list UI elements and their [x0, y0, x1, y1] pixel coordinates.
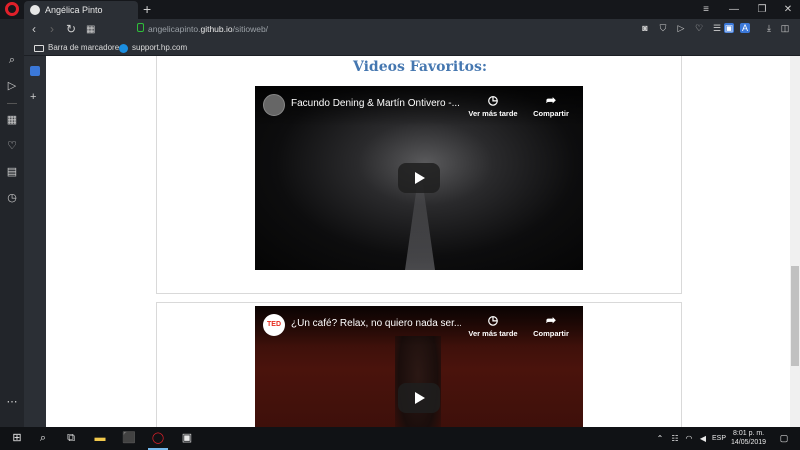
watch-later-button[interactable]: ◷ Ver más tarde — [463, 93, 523, 119]
channel-avatar[interactable] — [263, 94, 285, 116]
bookmark-hp-support[interactable]: support.hp.com — [119, 42, 187, 54]
video-frame-speaker — [395, 336, 441, 427]
adblock-shield-icon[interactable]: ⛉ — [658, 23, 668, 33]
address-bar[interactable]: angelicapinto.github.io/sitioweb/ — [148, 22, 268, 37]
watch-later-label: Ver más tarde — [468, 109, 518, 118]
windows-taskbar: ⊞ ⌕ ⧉ ▬ ⬛ ◯ ▣ ⌃ ☷ ◠ ◀ ESP 8:01 p. m. 14/… — [0, 427, 800, 450]
bookmark-folder-label: Barra de marcadore... — [48, 43, 126, 52]
opera-sidebar: ⌕ ▷ ▦ ♡ ▤ ◷ ⋯ — [0, 19, 24, 427]
watch-later-label: Ver más tarde — [468, 329, 518, 338]
github-favicon-icon — [30, 5, 40, 15]
news-icon[interactable]: ▤ — [5, 165, 19, 179]
download-icon[interactable]: ⤓ — [764, 23, 774, 33]
screenshot-icon[interactable]: ◫ — [780, 23, 790, 33]
watch-later-button[interactable]: ◷ Ver más tarde — [463, 313, 523, 339]
history-clock-icon[interactable]: ◷ — [5, 191, 19, 205]
settings-sliders-icon[interactable]: ☰ — [712, 23, 722, 33]
bookmark-hp-label: support.hp.com — [132, 43, 188, 52]
close-button[interactable]: ✕ — [776, 0, 800, 19]
section-title: Videos Favoritos: — [353, 59, 487, 75]
video-title[interactable]: ¿Un café? Relax, no quiero nada ser... — [291, 318, 461, 329]
video-card: TED ¿Un café? Relax, no quiero nada ser.… — [156, 302, 682, 427]
video-title[interactable]: Facundo Dening & Martín Ontivero -... — [291, 98, 461, 109]
speed-dial-icon[interactable]: ▦ — [5, 113, 19, 127]
forward-button[interactable]: › — [50, 21, 54, 38]
share-label: Compartir — [533, 329, 569, 338]
share-icon: ➦ — [545, 313, 557, 327]
play-button[interactable] — [398, 163, 440, 193]
page-scrollbar[interactable] — [790, 56, 800, 427]
page-viewport: Videos Favoritos: Facundo Dening & Martí… — [46, 56, 790, 427]
tab-title: Angélica Pinto — [45, 5, 103, 15]
bookmark-heart-icon[interactable]: ♡ — [694, 23, 704, 33]
search-icon[interactable]: ⌕ — [5, 53, 19, 67]
bookmark-folder[interactable]: Barra de marcadore... — [34, 42, 126, 54]
volume-icon[interactable]: ◀ — [695, 431, 711, 446]
windows-start-icon[interactable]: ⊞ — [9, 431, 25, 446]
opera-taskbar-icon[interactable]: ◯ — [148, 431, 168, 450]
camera-icon[interactable]: ◙ — [640, 23, 650, 33]
side-panel: + — [24, 56, 46, 427]
send-icon[interactable]: ▷ — [676, 23, 686, 33]
ted-channel-avatar[interactable]: TED — [263, 314, 285, 336]
easy-setup-icon[interactable]: ≡ — [694, 0, 718, 19]
video-header: Facundo Dening & Martín Ontivero -... ◷ … — [255, 86, 583, 126]
video-header: TED ¿Un café? Relax, no quiero nada ser.… — [255, 306, 583, 346]
back-button[interactable]: ‹ — [32, 21, 36, 38]
pdf-reader-icon[interactable]: ⬛ — [121, 431, 137, 446]
tray-chevron-icon[interactable]: ⌃ — [652, 431, 668, 446]
share-label: Compartir — [533, 109, 569, 118]
search-icon[interactable]: ⌕ — [35, 431, 51, 446]
sidebar-divider — [7, 103, 17, 104]
tab-active[interactable]: Angélica Pinto — [24, 1, 138, 19]
maximize-button[interactable]: ❐ — [750, 0, 774, 19]
video-frame-aisle — [405, 181, 435, 270]
add-panel-icon[interactable]: + — [30, 92, 36, 103]
share-button[interactable]: ➦ Compartir — [521, 93, 581, 119]
clock-icon: ◷ — [487, 93, 499, 107]
minimize-button[interactable]: — — [722, 0, 746, 19]
notifications-icon[interactable]: ▢ — [776, 431, 792, 446]
file-explorer-icon[interactable]: ▬ — [92, 431, 108, 446]
lock-icon — [137, 23, 144, 32]
share-button[interactable]: ➦ Compartir — [521, 313, 581, 339]
opera-menu-icon[interactable] — [5, 2, 19, 16]
title-bar: Angélica Pinto + ≡ — ❐ ✕ — [0, 0, 800, 19]
flow-send-icon[interactable]: ▷ — [5, 79, 19, 93]
video-card: Videos Favoritos: Facundo Dening & Martí… — [156, 56, 682, 294]
folder-icon — [34, 44, 44, 52]
tabs-grid-icon[interactable]: ▦ — [86, 21, 95, 38]
reload-button[interactable]: ↻ — [66, 21, 76, 38]
heart-icon[interactable]: ♡ — [5, 139, 19, 153]
task-view-icon[interactable]: ⧉ — [63, 431, 79, 446]
translate-panel-icon[interactable] — [30, 66, 40, 76]
hp-logo-icon — [119, 43, 128, 53]
share-icon: ➦ — [545, 93, 557, 107]
clock-icon: ◷ — [487, 313, 499, 327]
play-button[interactable] — [398, 383, 440, 413]
new-tab-button[interactable]: + — [143, 1, 151, 17]
scrollbar-thumb[interactable] — [791, 266, 799, 366]
translate-extension-icon[interactable]: A — [740, 23, 750, 33]
extension-a-icon[interactable]: ▣ — [724, 23, 734, 33]
language-indicator[interactable]: ESP — [712, 435, 726, 442]
photos-icon[interactable]: ▣ — [179, 431, 195, 446]
more-icon[interactable]: ⋯ — [5, 395, 19, 409]
bookmarks-bar: Barra de marcadore... support.hp.com — [24, 40, 800, 56]
youtube-embed[interactable]: TED ¿Un café? Relax, no quiero nada ser.… — [255, 306, 583, 427]
address-toolbar: ‹ › ↻ ▦ angelicapinto.github.io/sitioweb… — [24, 19, 800, 40]
clock-date[interactable]: 14/05/2019 — [731, 439, 766, 446]
youtube-embed[interactable]: Facundo Dening & Martín Ontivero -... ◷ … — [255, 86, 583, 270]
clock-time[interactable]: 8:01 p. m. — [733, 430, 764, 437]
